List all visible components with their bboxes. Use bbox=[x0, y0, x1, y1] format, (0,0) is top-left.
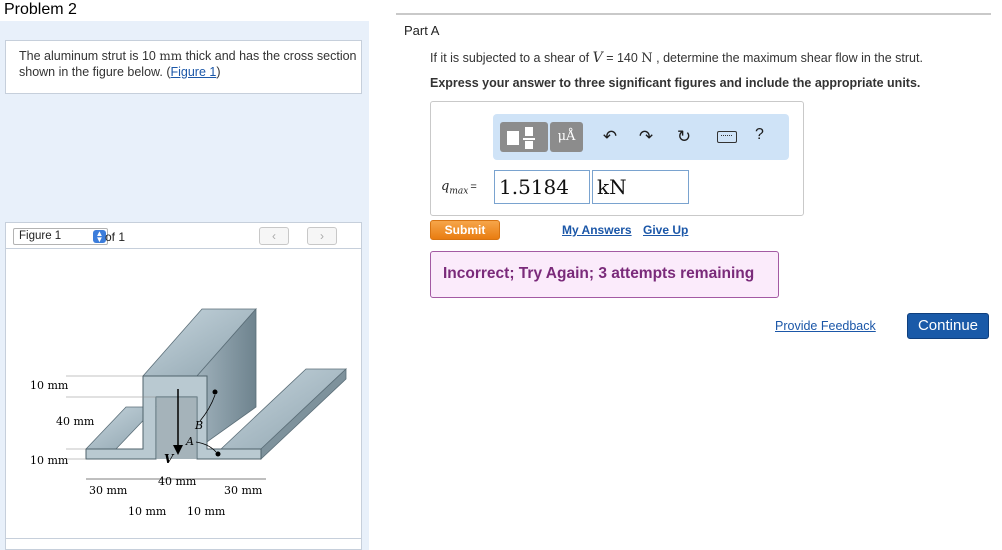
dim-bottom-thickness: 10 mm bbox=[30, 454, 69, 467]
dim-right-web: 10 mm bbox=[187, 505, 226, 518]
intro-unit: mm bbox=[159, 49, 183, 63]
question-suffix: , determine the maximum shear flow in th… bbox=[652, 51, 923, 65]
figure-container: V B A 10 mm 40 mm 10 mm 30 mm 40 mm 30 m… bbox=[5, 249, 362, 550]
figure-select-value: Figure 1 bbox=[19, 230, 62, 242]
redo-icon[interactable]: ↷ bbox=[635, 126, 657, 148]
dim-height: 40 mm bbox=[56, 415, 95, 428]
figure-footer bbox=[5, 538, 362, 550]
point-b-marker bbox=[212, 389, 218, 395]
continue-button[interactable]: Continue bbox=[907, 313, 989, 339]
dim-right-flange: 30 mm bbox=[224, 484, 263, 497]
keyboard-icon[interactable] bbox=[717, 131, 737, 143]
answer-instruction: Express your answer to three significant… bbox=[430, 76, 921, 90]
answer-var-sub: max bbox=[449, 186, 469, 197]
reset-icon[interactable]: ↻ bbox=[673, 126, 695, 148]
question-unit: N bbox=[641, 51, 653, 66]
value-input[interactable]: 1.5184 bbox=[494, 170, 590, 204]
give-up-link[interactable]: Give Up bbox=[643, 223, 688, 237]
part-title: Part A bbox=[404, 23, 440, 38]
figure-navigation: Figure 1 ▲ ▼ of 1 ‹ › bbox=[5, 222, 362, 249]
units-button[interactable]: μÅ bbox=[550, 122, 583, 152]
provide-feedback-link[interactable]: Provide Feedback bbox=[775, 319, 876, 333]
intro-text-3: ) bbox=[216, 65, 221, 79]
dim-web-gap: 40 mm bbox=[158, 475, 197, 488]
dim-left-web: 10 mm bbox=[128, 505, 167, 518]
intro-text-1: The aluminum strut is 10 bbox=[19, 49, 160, 63]
my-answers-link[interactable]: My Answers bbox=[562, 223, 632, 237]
math-toolbar: μÅ ↶ ↷ ↻ ? bbox=[493, 114, 789, 160]
feedback-message: Incorrect; Try Again; 3 attempts remaini… bbox=[430, 251, 779, 298]
unit-input[interactable]: kN bbox=[592, 170, 689, 204]
chevron-left-icon: ‹ bbox=[272, 229, 276, 243]
strut-figure: V B A 10 mm 40 mm 10 mm 30 mm 40 mm 30 m… bbox=[30, 307, 348, 518]
dim-top-thickness: 10 mm bbox=[30, 379, 69, 392]
dim-left-flange: 30 mm bbox=[89, 484, 128, 497]
label-a: A bbox=[185, 435, 194, 448]
answer-equals: = bbox=[470, 181, 477, 193]
label-b: B bbox=[194, 419, 203, 432]
undo-icon[interactable]: ↶ bbox=[599, 126, 621, 148]
answer-panel: μÅ ↶ ↷ ↻ ? qmax = 1.5184 kN bbox=[430, 101, 804, 216]
question-text: If it is subjected to a shear of V = 140… bbox=[430, 50, 923, 66]
figure-select[interactable]: Figure 1 ▲ ▼ bbox=[13, 228, 108, 245]
previous-figure-button[interactable]: ‹ bbox=[259, 227, 289, 245]
problem-panel: The aluminum strut is 10 mm thick and ha… bbox=[0, 21, 369, 550]
help-button[interactable]: ? bbox=[755, 126, 764, 144]
question-variable: V bbox=[592, 50, 603, 66]
point-a-marker bbox=[215, 451, 221, 457]
chevron-right-icon: › bbox=[320, 229, 324, 243]
templates-button[interactable] bbox=[500, 122, 548, 152]
submit-button[interactable]: Submit bbox=[430, 220, 500, 240]
next-figure-button[interactable]: › bbox=[307, 227, 337, 245]
figure-link[interactable]: Figure 1 bbox=[170, 65, 216, 79]
question-prefix: If it is subjected to a shear of bbox=[430, 51, 593, 65]
mastering-page: Problem 2 The aluminum strut is 10 mm th… bbox=[0, 0, 1002, 550]
problem-title: Problem 2 bbox=[4, 1, 77, 18]
answer-label: qmax = bbox=[441, 179, 477, 197]
question-value: = 140 bbox=[602, 51, 642, 65]
header-divider bbox=[396, 13, 991, 15]
figure-count: of 1 bbox=[105, 230, 126, 244]
problem-intro: The aluminum strut is 10 mm thick and ha… bbox=[5, 40, 362, 94]
